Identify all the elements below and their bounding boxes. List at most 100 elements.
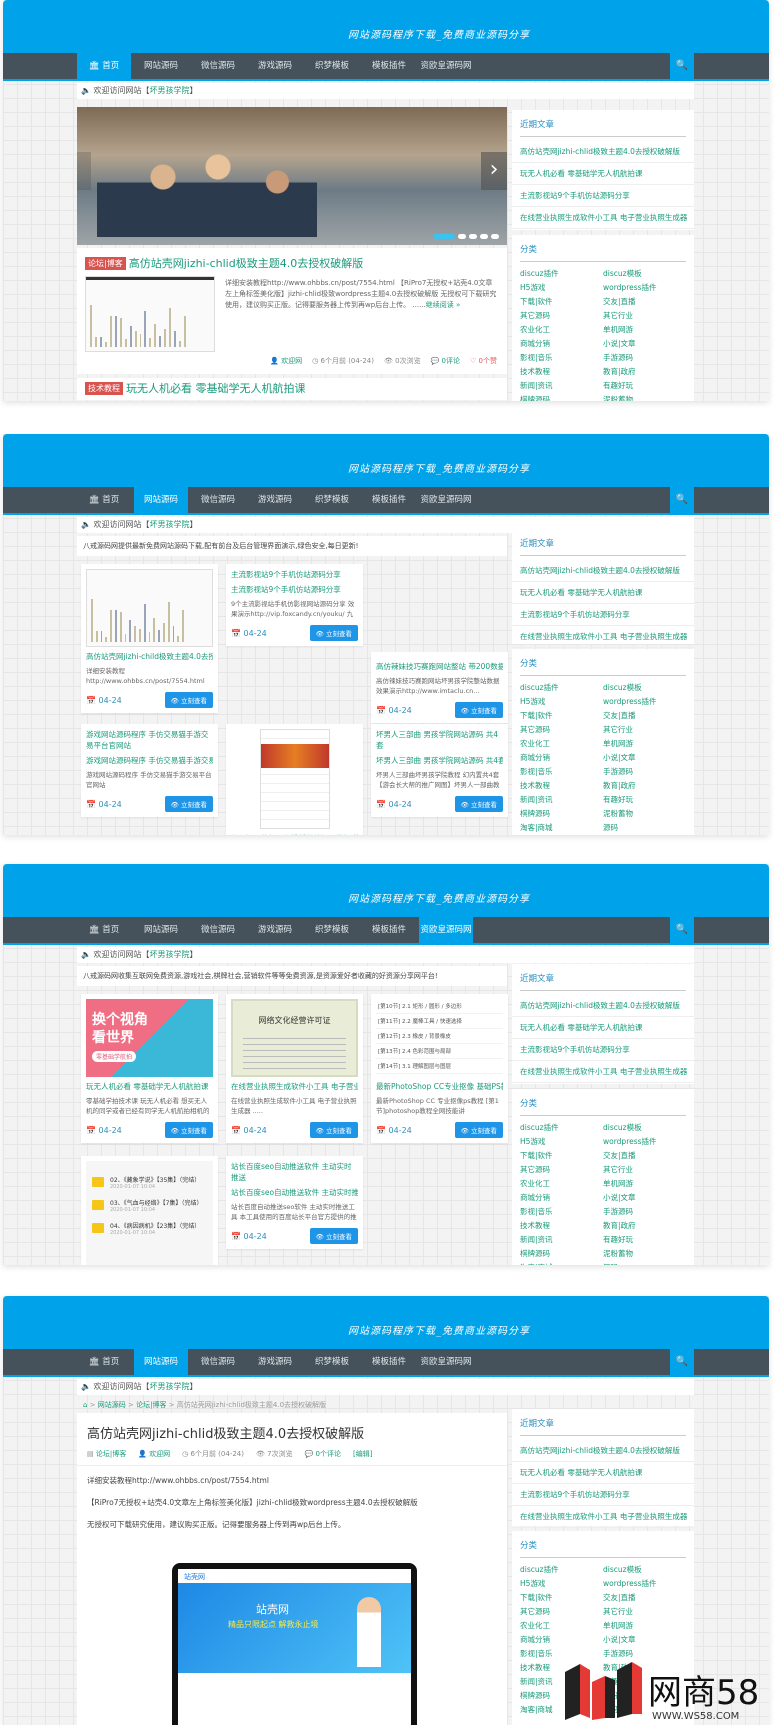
category-link[interactable]: 源码 (603, 1262, 686, 1265)
category-link[interactable]: 技术教程 (520, 366, 603, 377)
recent-post-link[interactable]: 高仿站壳网jizhi-chlid极致主题4.0去授权破解版 (512, 560, 694, 582)
category-link[interactable]: discuz插件 (520, 1122, 603, 1133)
category-link[interactable]: discuz模板 (603, 682, 686, 693)
category-link[interactable]: 小说|文章 (603, 1634, 686, 1645)
notice-site-link[interactable]: 坏男孩学院 (150, 86, 190, 95)
nav-item[interactable]: 🏛 首页 (77, 1349, 131, 1375)
notice-site-link[interactable]: 坏男孩学院 (150, 520, 190, 529)
nav-item[interactable]: 游戏源码 (248, 1349, 302, 1375)
category-link[interactable]: 其它源码 (520, 1164, 603, 1175)
category-link[interactable]: 交友|直播 (603, 1592, 686, 1603)
category-link[interactable]: discuz模板 (603, 1122, 686, 1133)
category-link[interactable]: 影视|音乐 (520, 352, 603, 363)
category-link[interactable]: 源码 (603, 822, 686, 833)
category-link[interactable]: 技术教程 (520, 1220, 603, 1231)
category-link[interactable]: H5游戏 (520, 282, 603, 293)
view-now-button[interactable]: 👁 立刻查看 (454, 1122, 503, 1138)
nav-item[interactable]: 游戏源码 (248, 487, 302, 513)
recent-post-link[interactable]: 玩无人机必看 零基础学无人机航拍课 (512, 1462, 694, 1484)
broken-image-alt[interactable]: 站长百度seo自动推送软件 主动实时推送 (231, 1161, 358, 1183)
category-link[interactable]: 教育|政府 (603, 780, 686, 791)
category-link[interactable]: 交友|直播 (603, 710, 686, 721)
category-link[interactable]: 棋牌源码 (520, 394, 603, 401)
broken-image-alt[interactable]: 主流影视站9个手机仿站源码分享 (231, 569, 358, 580)
card-title[interactable]: 高仿站壳网jizhi-child极致主题4.0去授 (86, 651, 213, 662)
recent-post-link[interactable]: 玩无人机必看 零基础学无人机航拍课 (512, 1017, 694, 1039)
card-title[interactable]: 坏男人三部曲 男孩学院网站源码 共4套 (376, 755, 503, 766)
post-category-tag[interactable]: 技术教程 (85, 382, 123, 395)
category-link[interactable]: 手游源码 (603, 1206, 686, 1217)
nav-item[interactable]: 织梦模板 (305, 917, 359, 943)
nav-item[interactable]: 资欧皇源码网 (419, 53, 473, 79)
category-link[interactable]: 商城分销 (520, 1634, 603, 1645)
category-link[interactable]: wordpress插件 (603, 1578, 686, 1589)
slider-next-arrow[interactable]: › (481, 152, 507, 190)
card-thumbnail[interactable]: 02、《藏象学说》【35集】（完结） 2020-01-07 10:04 03、《气血… (86, 1161, 213, 1265)
category-link[interactable]: 农业化工 (520, 324, 603, 335)
card-thumbnail[interactable]: 换个视角 看世界 零基础学航拍 (86, 999, 213, 1077)
category-link[interactable]: 影视|音乐 (520, 1206, 603, 1217)
nav-item[interactable]: 网站源码 (134, 487, 188, 513)
card-title[interactable]: 在线营业执照生成软件小工具 电子营业 (231, 1081, 358, 1092)
card-title[interactable]: 最新PhotoShop CC专业抠像 基础PS教 (376, 1081, 503, 1092)
search-button[interactable]: 🔍 (670, 1349, 694, 1375)
nav-item[interactable]: 微信源码 (191, 53, 245, 79)
category-link[interactable]: 农业化工 (520, 1620, 603, 1631)
nav-item[interactable]: 网站源码 (134, 53, 188, 79)
category-link[interactable]: 下载|软件 (520, 1150, 603, 1161)
search-button[interactable]: 🔍 (670, 917, 694, 943)
recent-post-link[interactable]: 高仿站壳网jizhi-chlid极致主题4.0去授权破解版 (512, 141, 694, 163)
notice-site-link[interactable]: 坏男孩学院 (150, 950, 190, 959)
recent-post-link[interactable]: 主流影视站9个手机仿站源码分享 (512, 604, 694, 626)
view-now-button[interactable]: 👁 立刻查看 (309, 625, 358, 641)
nav-item[interactable]: 🏛 首页 (77, 487, 131, 513)
card-title[interactable]: 友价源码仿红黑色模板整站源码数据 模 (231, 833, 358, 835)
card-title[interactable]: 主流影视站9个手机仿站源码分享 (231, 584, 358, 595)
slider-prev-arrow[interactable] (77, 152, 91, 190)
nav-item[interactable]: 微信源码 (191, 917, 245, 943)
nav-item[interactable]: 模板插件 (362, 53, 416, 79)
category-link[interactable]: 其它行业 (603, 1164, 686, 1175)
view-now-button[interactable]: 👁 立刻查看 (164, 1122, 213, 1138)
category-link[interactable]: 棋牌源码 (520, 808, 603, 819)
comment-count[interactable]: 💬 0个评论 (305, 1449, 341, 1459)
breadcrumb-link[interactable]: 论坛|博客 (136, 1401, 166, 1409)
card-thumbnail[interactable]: [第10节] 2.1 矩形 / 圆形 / 多边形 [第11节] 2.2 魔棒工具 … (376, 999, 503, 1077)
post-title[interactable]: 高仿站壳网jizhi-chlid极致主题4.0去授权破解版 (129, 255, 364, 271)
view-now-button[interactable]: 👁 立刻查看 (454, 702, 503, 718)
recent-post-link[interactable]: 在线营业执照生成软件小工具 电子营业执照生成器 (512, 1061, 694, 1083)
nav-item[interactable]: 🏛 首页 (77, 917, 131, 943)
category-link[interactable]: 单机网游 (603, 1178, 686, 1189)
category-link[interactable]: 手游源码 (603, 352, 686, 363)
category-link[interactable]: discuz模板 (603, 268, 686, 279)
category-link[interactable]: wordpress插件 (603, 282, 686, 293)
category-link[interactable]: 单机网游 (603, 738, 686, 749)
recent-post-link[interactable]: 高仿站壳网jizhi-chlid极致主题4.0去授权破解版 (512, 995, 694, 1017)
category-link[interactable]: 手游源码 (603, 766, 686, 777)
recent-post-link[interactable]: 主流影视站9个手机仿站源码分享 (512, 1484, 694, 1506)
card-title[interactable]: 高仿辣妹技巧赛跑网站整站 带200数据 (376, 661, 503, 672)
recent-post-link[interactable]: 高仿站壳网jizhi-chlid极致主题4.0去授权破解版 (512, 1440, 694, 1462)
view-now-button[interactable]: 👁 立刻查看 (164, 692, 213, 708)
recent-post-link[interactable]: 主流影视站9个手机仿站源码分享 (512, 1039, 694, 1061)
recent-post-link[interactable]: 在线营业执照生成软件小工具 电子营业执照生成器 (512, 626, 694, 648)
category-link[interactable]: 小说|文章 (603, 338, 686, 349)
recent-post-link[interactable]: 玩无人机必看 零基础学无人机航拍课 (512, 163, 694, 185)
nav-item[interactable]: 微信源码 (191, 487, 245, 513)
breadcrumb-link[interactable]: 网站源码 (98, 1401, 126, 1409)
category-link[interactable]: 其它行业 (603, 1606, 686, 1617)
card-thumbnail[interactable] (86, 569, 213, 647)
category-link[interactable]: 影视|音乐 (520, 766, 603, 777)
broken-image-alt[interactable]: 坏男人三部曲 男孩学院网站源码 共4套 (376, 729, 503, 751)
search-button[interactable]: 🔍 (670, 53, 694, 79)
category-link[interactable]: discuz插件 (520, 268, 603, 279)
post-category-tag[interactable]: 论坛|博客 (85, 256, 126, 270)
category-link[interactable]: H5游戏 (520, 1136, 603, 1147)
view-now-button[interactable]: 👁 立刻查看 (309, 1122, 358, 1138)
slider[interactable]: › (77, 107, 507, 245)
category-link[interactable]: 泥粉蓄物 (603, 394, 686, 401)
author[interactable]: 👤 欢迎网 (138, 1449, 170, 1459)
category-link[interactable]: 有趣好玩 (603, 380, 686, 391)
nav-item[interactable]: 模板插件 (362, 917, 416, 943)
category-link[interactable]: discuz插件 (520, 682, 603, 693)
